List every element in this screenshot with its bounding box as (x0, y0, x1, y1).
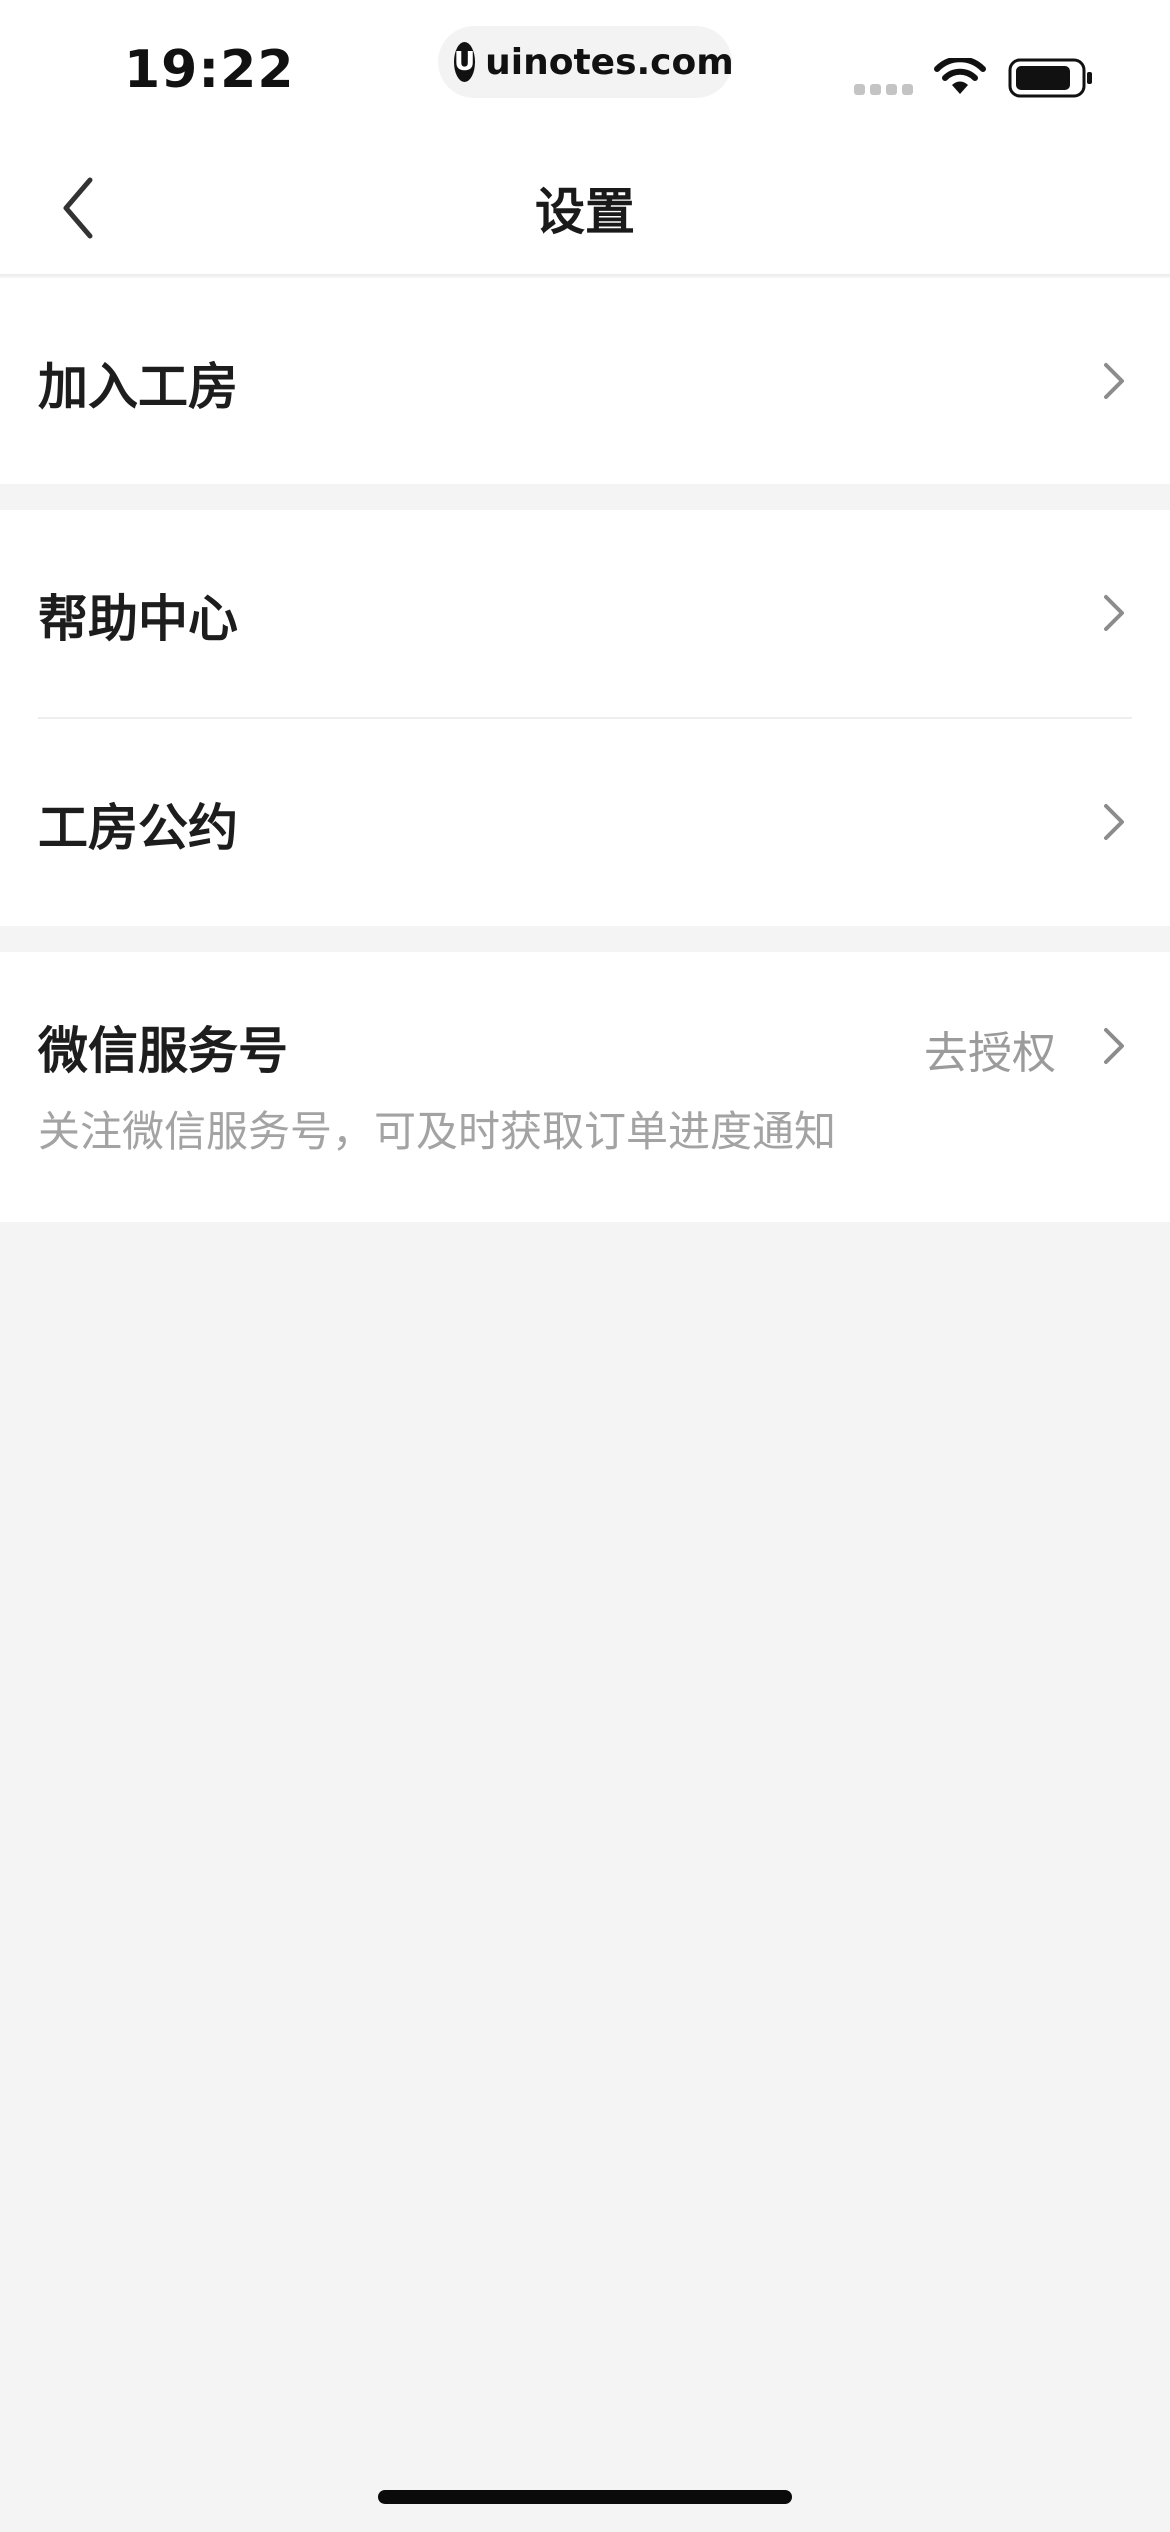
url-pill: U uinotes.com (438, 26, 734, 98)
settings-screen: 19:22 U uinotes.com 设置 加入工房 帮助中心 工房公约 微信… (0, 0, 1170, 2532)
settings-row-wechat-service[interactable]: 微信服务号 去授权 关注微信服务号，可及时获取订单进度通知 (0, 952, 1170, 1222)
cellular-signal-icon (854, 84, 918, 95)
url-text: uinotes.com (485, 41, 734, 83)
settings-row-workshop-rules[interactable]: 工房公约 (0, 719, 1170, 926)
row-description: 关注微信服务号，可及时获取订单进度通知 (38, 1107, 837, 1156)
site-logo-icon: U (454, 42, 476, 82)
settings-group-3: 微信服务号 去授权 关注微信服务号，可及时获取订单进度通知 (0, 952, 1170, 1222)
row-label: 帮助中心 (38, 590, 238, 648)
chevron-right-icon (1104, 363, 1124, 399)
settings-group-1: 加入工房 (0, 278, 1170, 484)
battery-icon (1008, 58, 1092, 98)
home-indicator (378, 2490, 792, 2504)
status-time: 19:22 (124, 40, 295, 100)
wifi-icon (934, 58, 986, 94)
row-label: 加入工房 (38, 358, 238, 416)
chevron-right-icon (1104, 804, 1124, 840)
row-label: 微信服务号 (38, 1022, 288, 1080)
page-title: 设置 (535, 183, 635, 241)
nav-bar: 设置 (0, 140, 1170, 276)
chevron-right-icon (1104, 595, 1124, 631)
row-label: 工房公约 (38, 799, 238, 857)
settings-row-help-center[interactable]: 帮助中心 (0, 510, 1170, 717)
settings-row-join-workshop[interactable]: 加入工房 (0, 278, 1170, 484)
status-bar: 19:22 U uinotes.com (0, 0, 1170, 140)
authorize-link[interactable]: 去授权 (924, 1017, 1056, 1081)
settings-group-2: 帮助中心 工房公约 (0, 510, 1170, 926)
chevron-right-icon (1104, 1028, 1124, 1064)
